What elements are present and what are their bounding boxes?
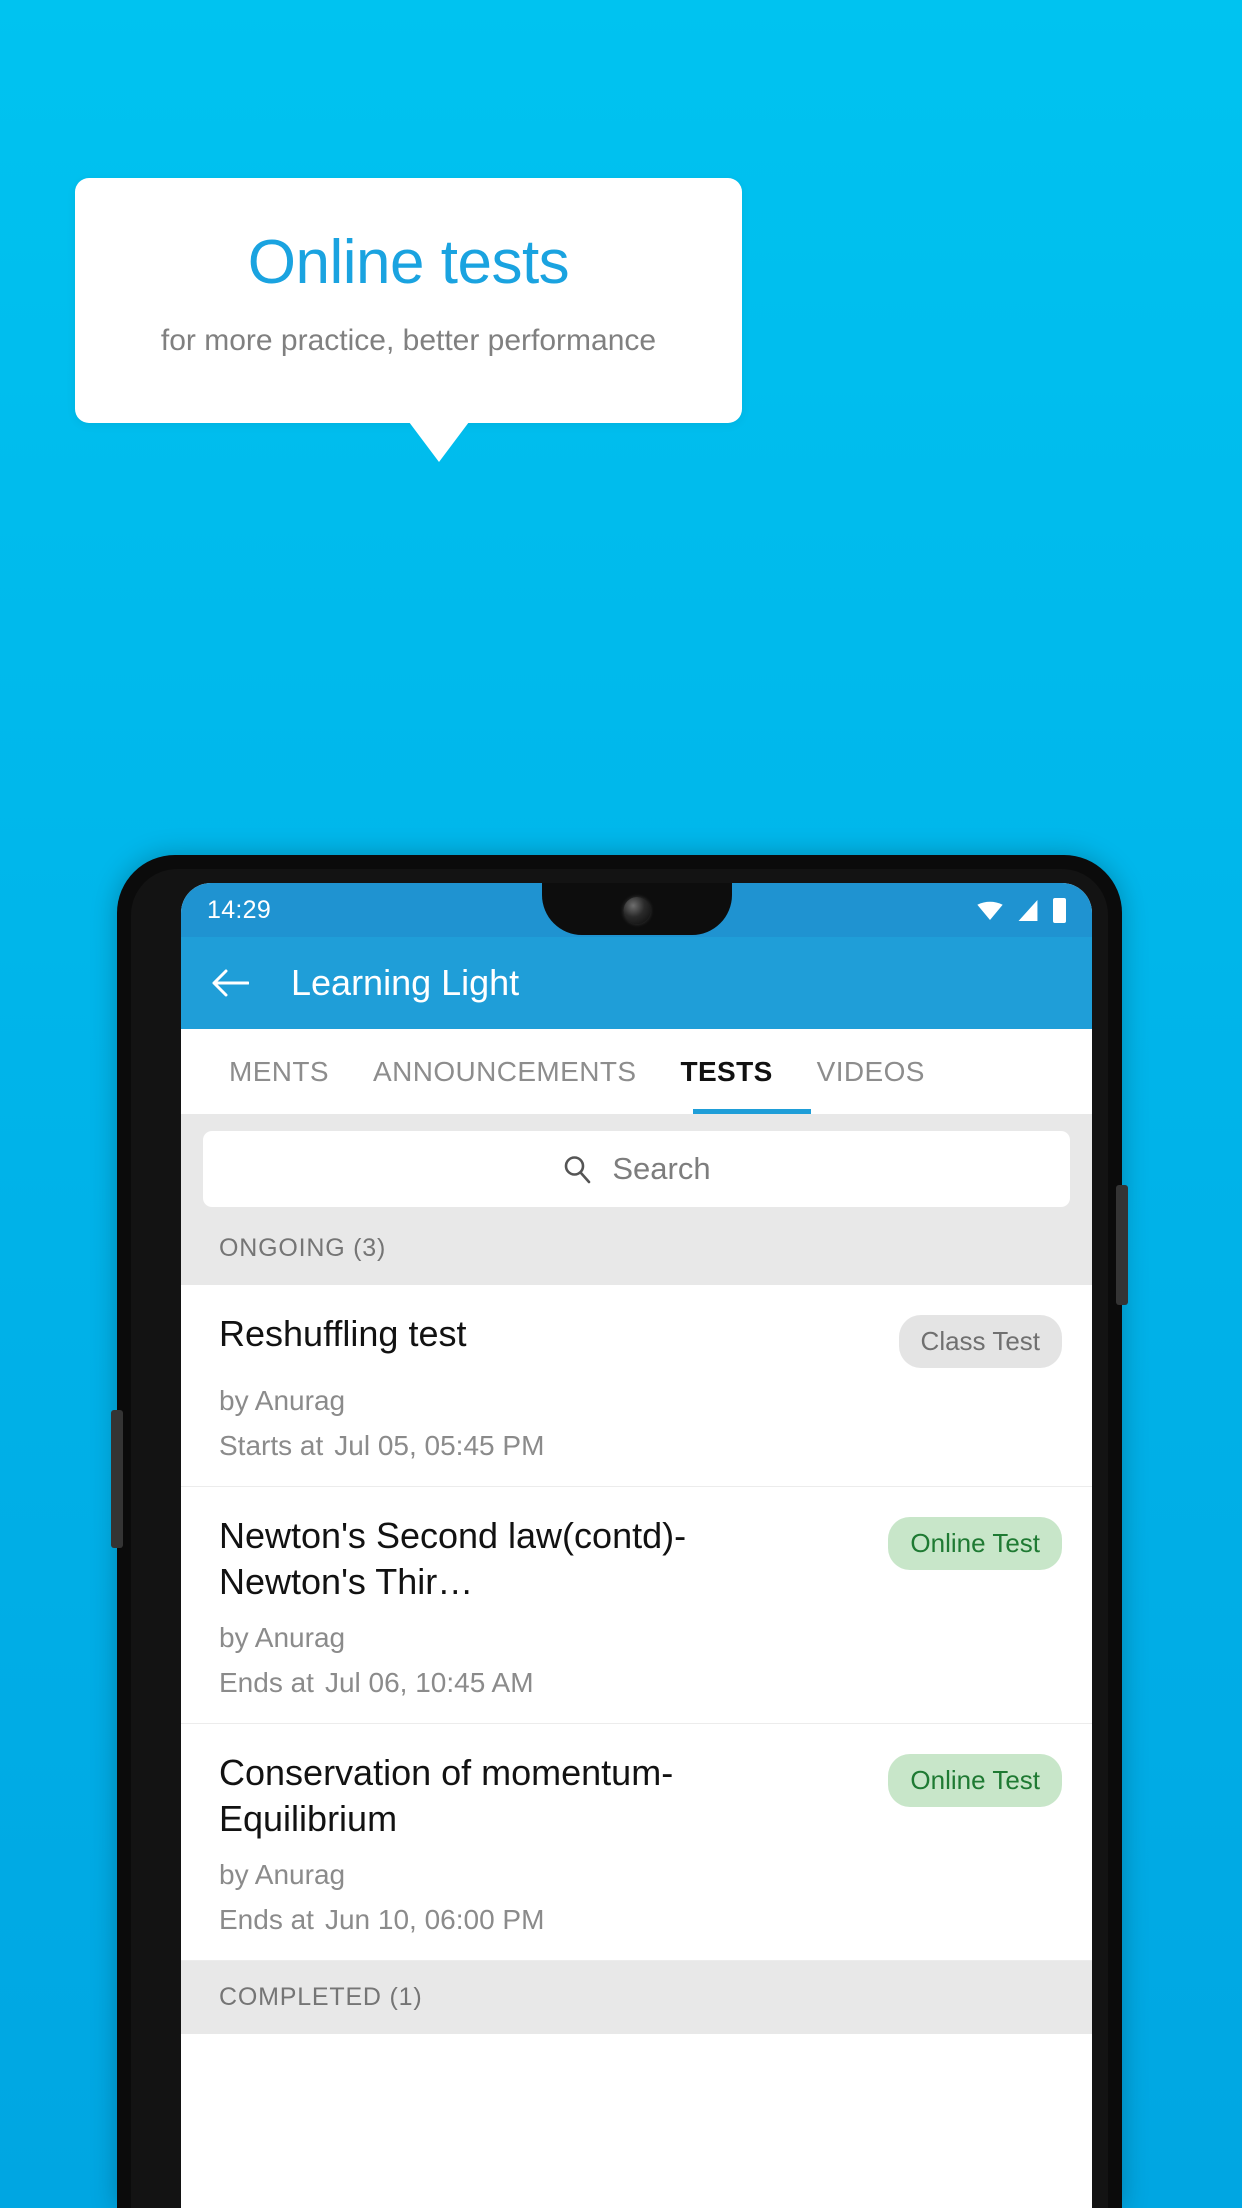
status-badge: Class Test [898, 1315, 1062, 1368]
test-time: Ends at Jul 06, 10:45 AM [219, 1667, 1062, 1699]
promo-title: Online tests [247, 228, 570, 297]
test-time-label: Ends at [219, 1904, 314, 1936]
test-time-label: Starts at [219, 1430, 324, 1461]
test-list-item[interactable]: Reshuffling test Class Test by Anurag St… [181, 1285, 1092, 1487]
test-time: Starts at Jul 05, 05:45 PM [219, 1430, 1062, 1462]
page-title: Learning Light [291, 962, 520, 1003]
search-input[interactable]: Search [203, 1131, 1070, 1207]
back-arrow-icon[interactable] [211, 968, 249, 998]
test-title: Newton's Second law(contd)-Newton's Thir… [219, 1515, 687, 1603]
section-header-completed: COMPLETED (1) [181, 1961, 1092, 2035]
search-container: Search [181, 1114, 1092, 1226]
test-list-item[interactable]: Newton's Second law(contd)-Newton's Thir… [181, 1487, 1092, 1725]
status-bar: 14:29 [181, 883, 1092, 937]
test-row-top: Newton's Second law(contd)-Newton's Thir… [219, 1513, 1062, 1605]
front-camera [623, 897, 650, 924]
test-row-top: Reshuffling test Class Test [219, 1311, 1062, 1368]
test-time-value: Jul 05, 05:45 PM [334, 1430, 545, 1461]
tab-active-indicator [693, 1109, 811, 1114]
test-time-value: Jun 10, 06:00 PM [324, 1904, 545, 1936]
wifi-icon [977, 901, 1003, 920]
tab-assignments[interactable]: MENTS [207, 1029, 351, 1114]
tab-videos[interactable]: VIDEOS [795, 1029, 947, 1114]
battery-icon [1053, 897, 1066, 923]
test-time: Ends at Jun 10, 06:00 PM [219, 1904, 1062, 1936]
test-title: Reshuffling test [219, 1313, 467, 1354]
app-bar: Learning Light [181, 937, 1092, 1029]
phone-screen: 14:29 Learning Light MENTS ANNOUNCEMENTS… [181, 883, 1092, 2208]
promo-card: Online tests for more practice, better p… [75, 178, 742, 423]
promo-card-tail [409, 422, 469, 462]
promo-subtitle: for more practice, better performance [160, 324, 657, 357]
phone-notch [541, 883, 732, 935]
status-badge: Online Test [888, 1517, 1062, 1570]
tab-bar: MENTS ANNOUNCEMENTS TESTS VIDEOS [181, 1029, 1092, 1114]
search-icon [565, 1156, 591, 1184]
test-author: by Anurag [219, 1859, 346, 1891]
section-header-ongoing: ONGOING (3) [181, 1226, 1092, 1285]
status-time: 14:29 [207, 895, 272, 924]
test-title: Conservation of momentum-Equilibrium [219, 1752, 674, 1840]
search-placeholder: Search [612, 1151, 711, 1186]
test-author: by Anurag [219, 1622, 346, 1654]
phone-device: 14:29 Learning Light MENTS ANNOUNCEMENTS… [111, 855, 1128, 2208]
test-time-label: Ends at [219, 1667, 314, 1699]
phone-bezel: 14:29 Learning Light MENTS ANNOUNCEMENTS… [131, 869, 1108, 2208]
test-list-item[interactable]: Conservation of momentum-Equilibrium Onl… [181, 1724, 1092, 1962]
test-row-top: Conservation of momentum-Equilibrium Onl… [219, 1750, 1062, 1842]
status-badge: Online Test [888, 1754, 1062, 1808]
status-icons [977, 897, 1066, 923]
power-button[interactable] [1116, 1185, 1128, 1305]
volume-button[interactable] [111, 1410, 123, 1548]
tab-announcements[interactable]: ANNOUNCEMENTS [351, 1029, 658, 1114]
test-time-value: Jul 06, 10:45 AM [324, 1667, 534, 1699]
signal-icon [1018, 899, 1038, 921]
test-author: by Anurag [219, 1385, 346, 1416]
tab-tests[interactable]: TESTS [658, 1029, 794, 1114]
